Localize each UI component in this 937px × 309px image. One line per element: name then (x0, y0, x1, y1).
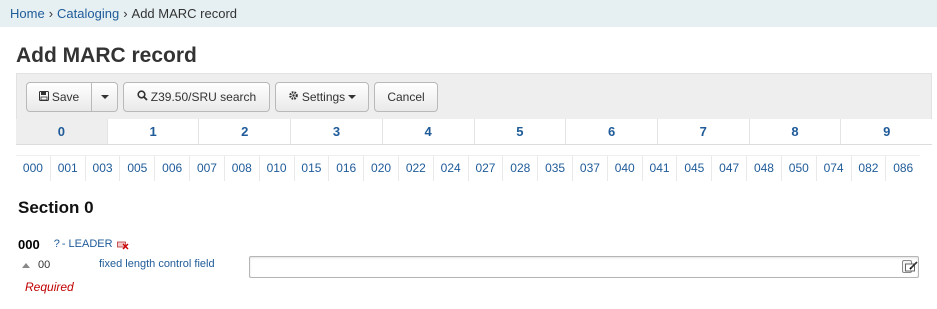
field-link-041[interactable]: 041 (643, 156, 678, 181)
field-link-074[interactable]: 074 (817, 156, 852, 181)
field-link-035[interactable]: 035 (538, 156, 573, 181)
cancel-label: Cancel (387, 90, 425, 104)
field-link-027[interactable]: 027 (469, 156, 504, 181)
tab-3[interactable]: 3 (291, 119, 383, 144)
save-button[interactable]: Save (26, 82, 92, 112)
breadcrumb: Home › Cataloging › Add MARC record (0, 0, 937, 27)
tab-5[interactable]: 5 (474, 119, 567, 144)
field-link-007[interactable]: 007 (190, 156, 225, 181)
field-link-024[interactable]: 024 (434, 156, 469, 181)
settings-label: Settings (301, 90, 346, 104)
cancel-button[interactable]: Cancel (374, 82, 438, 112)
tab-8[interactable]: 8 (749, 119, 842, 144)
field-link-037[interactable]: 037 (573, 156, 608, 181)
field-link-040[interactable]: 040 (608, 156, 643, 181)
field-link-005[interactable]: 005 (120, 156, 156, 181)
breadcrumb-home[interactable]: Home (10, 6, 45, 21)
z3950-search-label: Z39.50/SRU search (150, 90, 257, 104)
toolbar: Save Z39.50/SRU search Settings Cancel (16, 73, 932, 119)
z3950-search-button[interactable]: Z39.50/SRU search (123, 82, 270, 112)
field-link-001[interactable]: 001 (51, 156, 86, 181)
tab-2[interactable]: 2 (199, 119, 292, 144)
field-link-047[interactable]: 047 (712, 156, 748, 181)
field-link-000[interactable]: 000 (16, 156, 51, 181)
save-options-dropdown-button[interactable] (91, 82, 118, 112)
field-link-008[interactable]: 008 (225, 156, 260, 181)
required-indicator: Required (25, 280, 74, 294)
breadcrumb-separator: › (48, 6, 54, 21)
floppy-disk-icon (38, 90, 49, 104)
move-up-icon[interactable] (22, 263, 30, 268)
edit-plugin-icon[interactable] (905, 261, 919, 273)
field-link-003[interactable]: 003 (86, 156, 121, 181)
field-link-050[interactable]: 050 (782, 156, 817, 181)
tag-help-link[interactable]: ? (54, 238, 60, 250)
breadcrumb-cataloging[interactable]: Cataloging (57, 6, 119, 21)
field-link-022[interactable]: 022 (399, 156, 434, 181)
tab-6[interactable]: 6 (566, 119, 658, 144)
tag-label: - LEADER (61, 238, 113, 250)
section-title: Section 0 (18, 198, 94, 217)
field-link-016[interactable]: 016 (329, 156, 365, 181)
field-link-010[interactable]: 010 (260, 156, 295, 181)
field-link-020[interactable]: 020 (364, 156, 399, 181)
marc-tag-row: 000 ? - LEADER (18, 236, 129, 252)
caret-down-icon (100, 95, 109, 99)
field-link-028[interactable]: 028 (503, 156, 539, 181)
caret-down-icon (348, 95, 357, 99)
tab-0[interactable]: 0 (16, 119, 108, 144)
marc-tab-bar: 0 1 2 3 4 5 6 7 8 9 (16, 119, 933, 145)
subfield-row: 00 fixed length control field (22, 256, 922, 278)
settings-dropdown-button[interactable]: Settings (275, 82, 369, 112)
field-link-015[interactable]: 015 (295, 156, 330, 181)
page-title: Add MARC record (16, 44, 197, 67)
field-link-048[interactable]: 048 (747, 156, 782, 181)
subfield-code: 00 (38, 259, 51, 271)
leader-input[interactable] (249, 256, 919, 278)
breadcrumb-current: Add MARC record (131, 6, 238, 21)
subfield-description: fixed length control field (99, 258, 215, 270)
tag-number: 000 (18, 236, 40, 252)
tab-9[interactable]: 9 (841, 119, 933, 144)
tab-4[interactable]: 4 (382, 119, 475, 144)
field-navigation: 000 001 003 005 006 007 008 010 015 016 … (16, 155, 920, 181)
delete-field-icon[interactable] (116, 239, 129, 250)
field-link-006[interactable]: 006 (155, 156, 191, 181)
gear-icon (288, 90, 299, 104)
tab-1[interactable]: 1 (107, 119, 200, 144)
field-link-045[interactable]: 045 (677, 156, 713, 181)
breadcrumb-separator: › (123, 6, 128, 21)
save-button-label: Save (51, 90, 80, 104)
field-link-082[interactable]: 082 (852, 156, 887, 181)
search-icon (137, 90, 148, 104)
tab-7[interactable]: 7 (657, 119, 750, 144)
field-link-086[interactable]: 086 (886, 156, 920, 181)
